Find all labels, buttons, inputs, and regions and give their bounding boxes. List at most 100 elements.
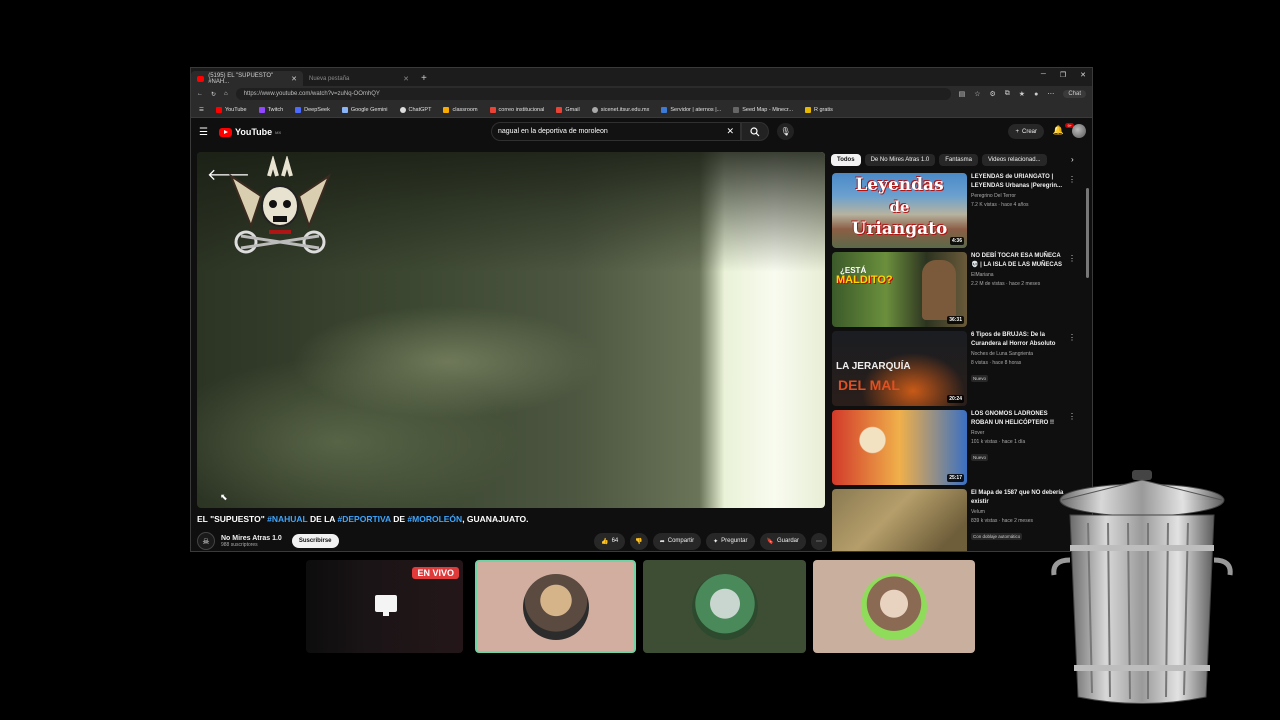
split-icon[interactable]: ⧉ [1005, 90, 1010, 98]
thumbnail-text: DEL MAL [838, 377, 900, 393]
bookmark-seedmap[interactable]: Seed Map - Minecr... [733, 106, 793, 113]
bookmark-youtube[interactable]: YouTube [215, 106, 247, 113]
more-icon[interactable]: ⋯ [1047, 90, 1054, 98]
bookmark-aternos[interactable]: Servidor | aternos |... [661, 106, 721, 113]
hashtag-link[interactable]: #NAHUAL [267, 514, 307, 524]
recommendation-title[interactable]: LEYENDAS de URIANGATO | LEYENDAS Urbanas… [971, 173, 1067, 191]
bookmark-sicenet[interactable]: sicenet.itsur.edu.mx [591, 106, 649, 113]
chips-next-icon[interactable]: › [1071, 155, 1074, 164]
reload-icon[interactable]: ↻ [211, 91, 216, 98]
copilot-chat-button[interactable]: Chat [1063, 90, 1086, 98]
bookmark-r-gratis[interactable]: R gratis [804, 106, 833, 113]
close-tab-icon[interactable]: ✕ [403, 75, 409, 83]
video-thumbnail[interactable] [832, 489, 967, 551]
recommendation-title[interactable]: NO DEBÍ TOCAR ESA MUÑECA 💀 | LA ISLA DE … [971, 252, 1067, 270]
kebab-menu-icon[interactable]: ⋮ [1068, 254, 1076, 263]
thumbnail-text: MALDITO? [836, 274, 893, 286]
video-duration: 4:36 [949, 237, 964, 245]
clear-search-icon[interactable]: ✕ [726, 126, 734, 137]
url-field[interactable]: https://www.youtube.com/watch?v=zuNq-OOm… [235, 88, 951, 100]
recommendation-title[interactable]: 6 Tipos de BRUJAS: De la Curandera al Ho… [971, 331, 1067, 349]
recommendation-item[interactable]: LA JERARQUÍA DEL MAL 20:24 6 Tipos de BR… [832, 331, 1082, 410]
create-label: Crear [1021, 128, 1037, 135]
bookmark-correo[interactable]: correo institucional [489, 106, 544, 113]
bookmark-classroom[interactable]: classroom [443, 106, 478, 113]
chip-related[interactable]: Videos relacionad... [981, 154, 1047, 166]
chip-channel[interactable]: De No Mires Atras 1.0 [864, 154, 936, 166]
video-thumbnail[interactable]: Leyendas de Uriangato 4:36 [832, 173, 967, 248]
share-button[interactable]: ➦ Compartir [652, 532, 702, 550]
recommendation-meta: 8 vistas · hace 8 horas [971, 360, 1022, 366]
favorite-star-icon[interactable]: ☆ [974, 90, 980, 98]
channel-avatar[interactable]: ☠ [197, 532, 215, 550]
create-button[interactable]: + Crear [1008, 124, 1044, 139]
bookmark-gemini[interactable]: Google Gemini [341, 106, 388, 113]
chip-todos[interactable]: Todos [831, 154, 861, 166]
new-tab-button[interactable]: + [415, 73, 433, 86]
video-thumbnail[interactable]: ¿ESTÁ MALDITO? 36:31 [832, 252, 967, 327]
close-tab-icon[interactable]: ✕ [291, 75, 297, 83]
subscribe-button[interactable]: Suscribirse [291, 534, 339, 548]
close-window-icon[interactable]: ✕ [1080, 71, 1086, 79]
channel-name[interactable]: No Mires Atras 1.0 [221, 535, 282, 542]
profile-icon[interactable]: ● [1034, 91, 1038, 98]
subscriber-count: 988 suscriptores [221, 541, 258, 548]
youtube-play-icon [219, 127, 232, 137]
microphone-icon: 🎙 [780, 127, 791, 136]
bookmark-gmail[interactable]: Gmail [556, 106, 580, 113]
video-thumbnail[interactable]: LA JERARQUÍA DEL MAL 20:24 [832, 331, 967, 406]
recommendation-item[interactable]: Leyendas de Uriangato 4:36 LEYENDAS de U… [832, 173, 1082, 252]
hamburger-menu-icon[interactable]: ☰ [199, 127, 219, 138]
back-icon[interactable]: ← [197, 91, 203, 97]
search-button[interactable] [741, 122, 769, 141]
recommendation-channel[interactable]: ElMariana [971, 271, 1067, 279]
recommendation-meta: 101 k vistas · hace 1 día [971, 439, 1026, 445]
recommendation-channel[interactable]: Noches de Luna Sangrienta [971, 350, 1067, 358]
voice-search-button[interactable]: 🎙 [777, 123, 794, 140]
favorites-icon[interactable]: ★ [1019, 90, 1025, 98]
chip-fantasma[interactable]: Fantasma [939, 154, 978, 166]
notifications-bell-icon[interactable]: 🔔 [1053, 125, 1064, 136]
extensions-icon[interactable]: ⚙ [990, 90, 996, 98]
recommendation-channel[interactable]: Rover [971, 429, 1067, 437]
minimize-icon[interactable]: ─ [1041, 71, 1046, 79]
like-button[interactable]: 👍 64 [594, 532, 626, 550]
recommendation-info: LEYENDAS de URIANGATO | LEYENDAS Urbanas… [967, 173, 1067, 252]
hashtag-link[interactable]: #DEPORTIVA [338, 514, 391, 524]
home-icon[interactable]: ⌂ [224, 91, 228, 97]
title-text: DE [390, 514, 408, 524]
recommendation-title[interactable]: LOS GNOMOS LADRONES ROBAN UN HELICÓPTERO… [971, 410, 1067, 428]
plus-icon: + [1015, 128, 1019, 135]
recommendation-item[interactable]: El Mapa de 1587 que NO debería existir V… [832, 489, 1082, 551]
recommendation-item[interactable]: ¿ESTÁ MALDITO? 36:31 NO DEBÍ TOCAR ESA M… [832, 252, 1082, 331]
page-scrollbar[interactable] [1086, 188, 1089, 278]
tab-new[interactable]: Nueva pestaña ✕ [303, 71, 415, 86]
bookmark-chatgpt[interactable]: ChatGPT [399, 106, 431, 113]
video-thumbnail[interactable]: 25:17 [832, 410, 967, 485]
bookmark-deepseek[interactable]: DeepSeek [295, 106, 330, 113]
youtube-logo[interactable]: YouTube MX [219, 127, 281, 137]
youtube-region: MX [275, 129, 282, 135]
hashtag-link[interactable]: #MOROLEÓN [407, 514, 462, 524]
reader-icon[interactable]: ▤ [959, 90, 966, 98]
search-input[interactable]: nagual en la deportiva de moroleon ✕ [491, 122, 741, 141]
kebab-menu-icon[interactable]: ⋮ [1068, 333, 1076, 342]
recommendation-channel[interactable]: Peregrino Del Terror [971, 192, 1067, 200]
bookmark-twitch[interactable]: Twitch [258, 106, 283, 113]
tab-title: Nueva pestaña [309, 75, 350, 82]
save-button[interactable]: 🔖 Guardar [759, 532, 806, 550]
maximize-icon[interactable]: ❐ [1060, 71, 1066, 79]
ask-button[interactable]: ✦ Preguntar [706, 532, 755, 550]
recommendation-item[interactable]: 25:17 LOS GNOMOS LADRONES ROBAN UN HELIC… [832, 410, 1082, 489]
bookmarks-menu-icon[interactable]: ☰ [199, 107, 204, 113]
recommendation-info: NO DEBÍ TOCAR ESA MUÑECA 💀 | LA ISLA DE … [967, 252, 1067, 331]
video-player[interactable]: 🡐 ⬉ [197, 152, 825, 508]
kebab-menu-icon[interactable]: ⋮ [1068, 175, 1076, 184]
more-actions-button[interactable]: ⋯ [811, 532, 827, 550]
dislike-button[interactable]: 👎 [630, 532, 648, 550]
tab-title: (5195) EL "SUPUESTO" #NAH... [208, 72, 274, 85]
account-avatar[interactable] [1072, 124, 1086, 138]
recommendation-meta: 7.2 K vistas · hace 4 años [971, 202, 1029, 208]
tab-youtube-video[interactable]: (5195) EL "SUPUESTO" #NAH... ✕ [191, 71, 303, 86]
kebab-menu-icon[interactable]: ⋮ [1068, 412, 1076, 421]
